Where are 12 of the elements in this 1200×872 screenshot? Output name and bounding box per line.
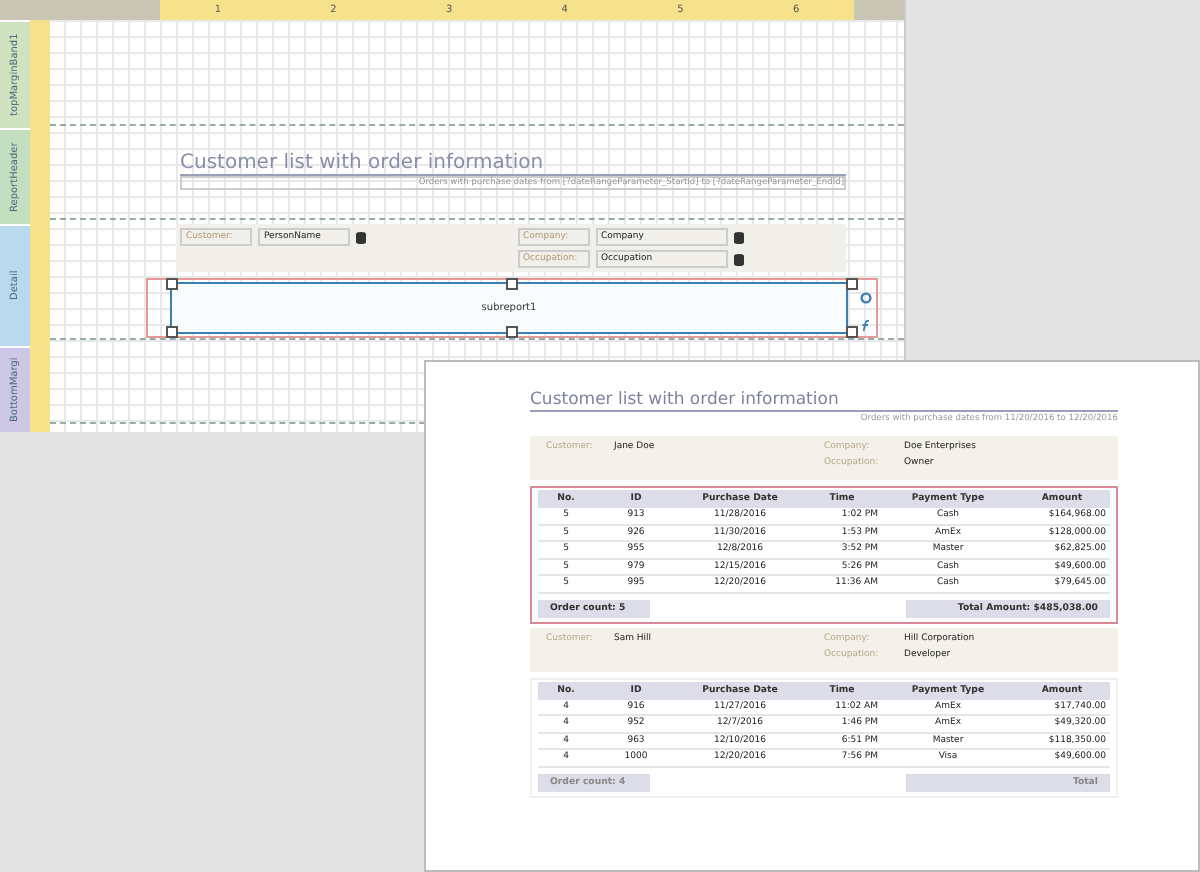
resize-handle[interactable]	[506, 326, 518, 338]
database-icon	[733, 253, 743, 265]
resize-handle[interactable]	[166, 278, 178, 290]
database-icon	[733, 231, 743, 243]
function-icon[interactable]	[860, 320, 872, 332]
resize-handle[interactable]	[506, 278, 518, 290]
resize-handle[interactable]	[846, 278, 858, 290]
resize-handle[interactable]	[846, 326, 858, 338]
database-icon	[356, 231, 366, 243]
report-title: Customer list with order information	[530, 390, 1118, 412]
resize-handle[interactable]	[166, 326, 178, 338]
report-title: Customer list with order information	[180, 152, 846, 176]
